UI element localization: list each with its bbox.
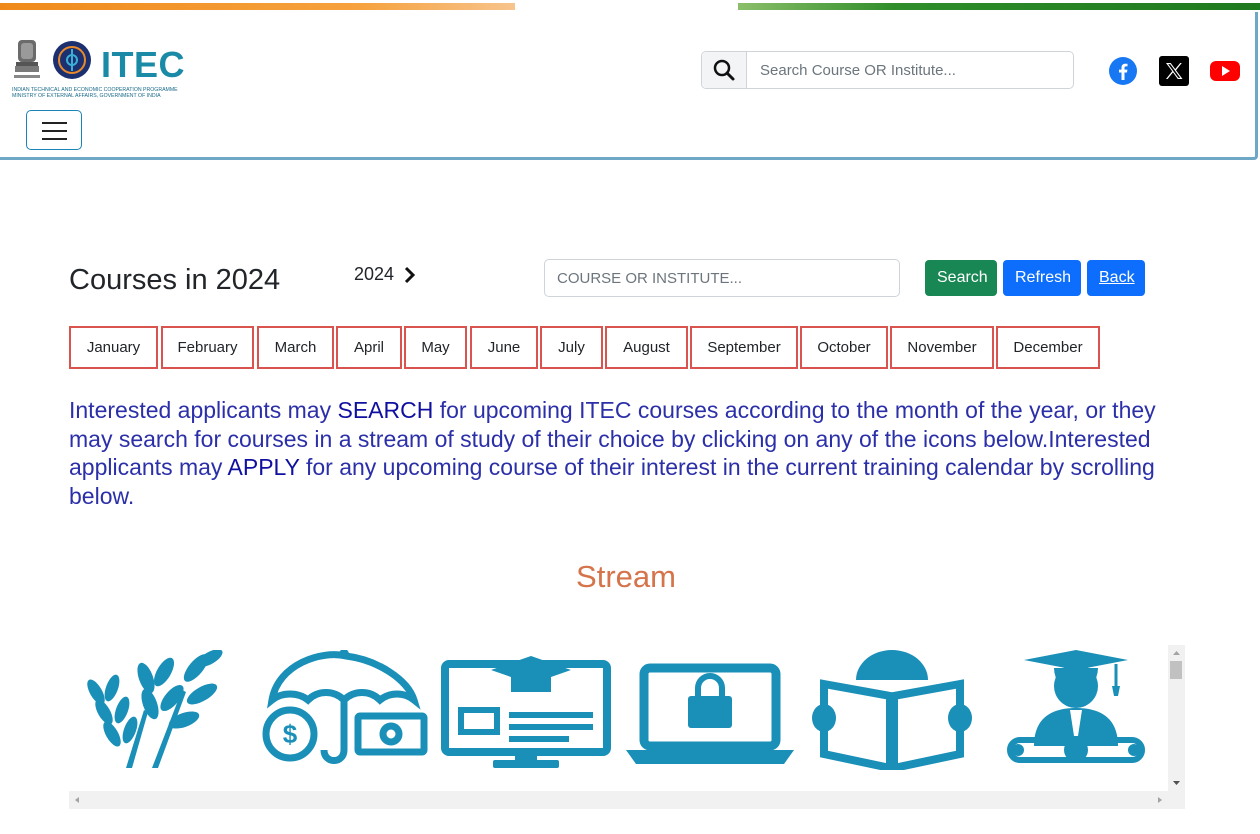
scroll-down-arrow-icon[interactable] bbox=[1168, 778, 1185, 788]
finance-icon[interactable]: $ bbox=[258, 650, 428, 770]
site-header: ITEC INDIAN TECHNICAL AND ECONOMIC COOPE… bbox=[0, 12, 1258, 160]
x-twitter-icon[interactable] bbox=[1159, 56, 1189, 86]
month-june[interactable]: June bbox=[470, 326, 538, 369]
scroll-right-arrow-icon[interactable] bbox=[1155, 791, 1165, 809]
graduate-icon[interactable] bbox=[1004, 650, 1146, 770]
month-august[interactable]: August bbox=[605, 326, 688, 369]
itec-logo-text: ITEC bbox=[101, 44, 186, 85]
intro-apply-word: APPLY bbox=[227, 454, 300, 480]
reading-icon[interactable] bbox=[812, 650, 972, 770]
itec-logo-icon bbox=[53, 41, 91, 79]
month-may[interactable]: May bbox=[404, 326, 467, 369]
search-icon[interactable] bbox=[702, 52, 747, 88]
header-search bbox=[701, 51, 1074, 89]
intro-text: Interested applicants may SEARCH for upc… bbox=[69, 396, 1189, 510]
stream-vertical-scrollbar[interactable] bbox=[1168, 645, 1185, 791]
hamburger-line bbox=[42, 138, 67, 140]
search-button[interactable]: Search bbox=[925, 260, 997, 296]
page-title: Courses in 2024 bbox=[69, 264, 281, 296]
hamburger-line bbox=[42, 130, 67, 132]
month-november[interactable]: November bbox=[890, 326, 994, 369]
refresh-button[interactable]: Refresh bbox=[1003, 260, 1081, 296]
agriculture-icon[interactable] bbox=[86, 650, 232, 770]
logo-subtitle: INDIAN TECHNICAL AND ECONOMIC COOPERATIO… bbox=[12, 87, 202, 99]
menu-toggle-button[interactable] bbox=[26, 110, 82, 150]
tricolor-strip bbox=[0, 0, 1260, 10]
logo-subtitle-line2: MINISTRY OF EXTERNAL AFFAIRS, GOVERNMENT… bbox=[12, 93, 161, 99]
year-label: 2024 bbox=[354, 264, 395, 284]
scroll-thumb[interactable] bbox=[1170, 661, 1182, 679]
back-button[interactable]: Back bbox=[1087, 260, 1145, 296]
cyber-security-laptop-icon[interactable] bbox=[626, 650, 794, 770]
scroll-up-arrow-icon[interactable] bbox=[1168, 648, 1185, 658]
month-september[interactable]: September bbox=[690, 326, 798, 369]
intro-part: Interested applicants may bbox=[69, 397, 338, 423]
month-october[interactable]: October bbox=[800, 326, 888, 369]
intro-search-word: SEARCH bbox=[337, 397, 434, 423]
month-march[interactable]: March bbox=[257, 326, 334, 369]
saffron-band bbox=[0, 3, 515, 10]
stream-horizontal-scrollbar[interactable] bbox=[69, 791, 1185, 809]
month-july[interactable]: July bbox=[540, 326, 603, 369]
youtube-icon[interactable] bbox=[1210, 56, 1240, 86]
national-emblem-icon bbox=[14, 40, 40, 78]
education-monitor-icon[interactable] bbox=[441, 650, 611, 770]
month-december[interactable]: December bbox=[996, 326, 1100, 369]
month-january[interactable]: January bbox=[69, 326, 158, 369]
scroll-left-arrow-icon[interactable] bbox=[72, 791, 82, 809]
facebook-icon[interactable] bbox=[1108, 56, 1138, 86]
stream-heading: Stream bbox=[576, 559, 676, 594]
month-february[interactable]: February bbox=[161, 326, 254, 369]
svg-text:$: $ bbox=[283, 719, 298, 749]
chevron-right-icon[interactable] bbox=[403, 266, 417, 284]
green-band bbox=[738, 3, 1260, 10]
header-search-input[interactable] bbox=[748, 52, 1073, 88]
month-april[interactable]: April bbox=[336, 326, 402, 369]
hamburger-line bbox=[42, 122, 67, 124]
course-search-input[interactable] bbox=[544, 259, 900, 297]
